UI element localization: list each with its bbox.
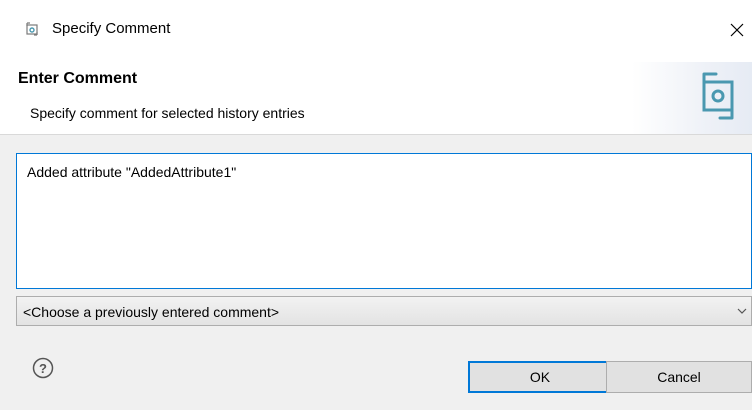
header-description: Specify comment for selected history ent…	[30, 105, 305, 121]
comment-textarea[interactable]: Added attribute "AddedAttribute1"	[16, 153, 752, 289]
window-title: Specify Comment	[52, 20, 171, 37]
dialog-header: Enter Comment Specify comment for select…	[0, 62, 752, 134]
title-bar: Specify Comment	[0, 0, 752, 62]
header-title: Enter Comment	[18, 70, 138, 87]
close-icon	[730, 23, 744, 37]
previous-comment-selected: <Choose a previously entered comment>	[23, 304, 280, 320]
history-sync-icon	[26, 22, 38, 36]
previous-comment-dropdown[interactable]: <Choose a previously entered comment>	[16, 296, 752, 326]
help-icon[interactable]: ?	[32, 357, 54, 379]
cancel-button[interactable]: Cancel	[606, 361, 752, 393]
chevron-down-icon	[737, 308, 747, 314]
history-sync-icon	[702, 72, 734, 120]
close-button[interactable]	[722, 13, 752, 47]
ok-button[interactable]: OK	[468, 361, 612, 393]
help-glyph: ?	[39, 361, 47, 376]
